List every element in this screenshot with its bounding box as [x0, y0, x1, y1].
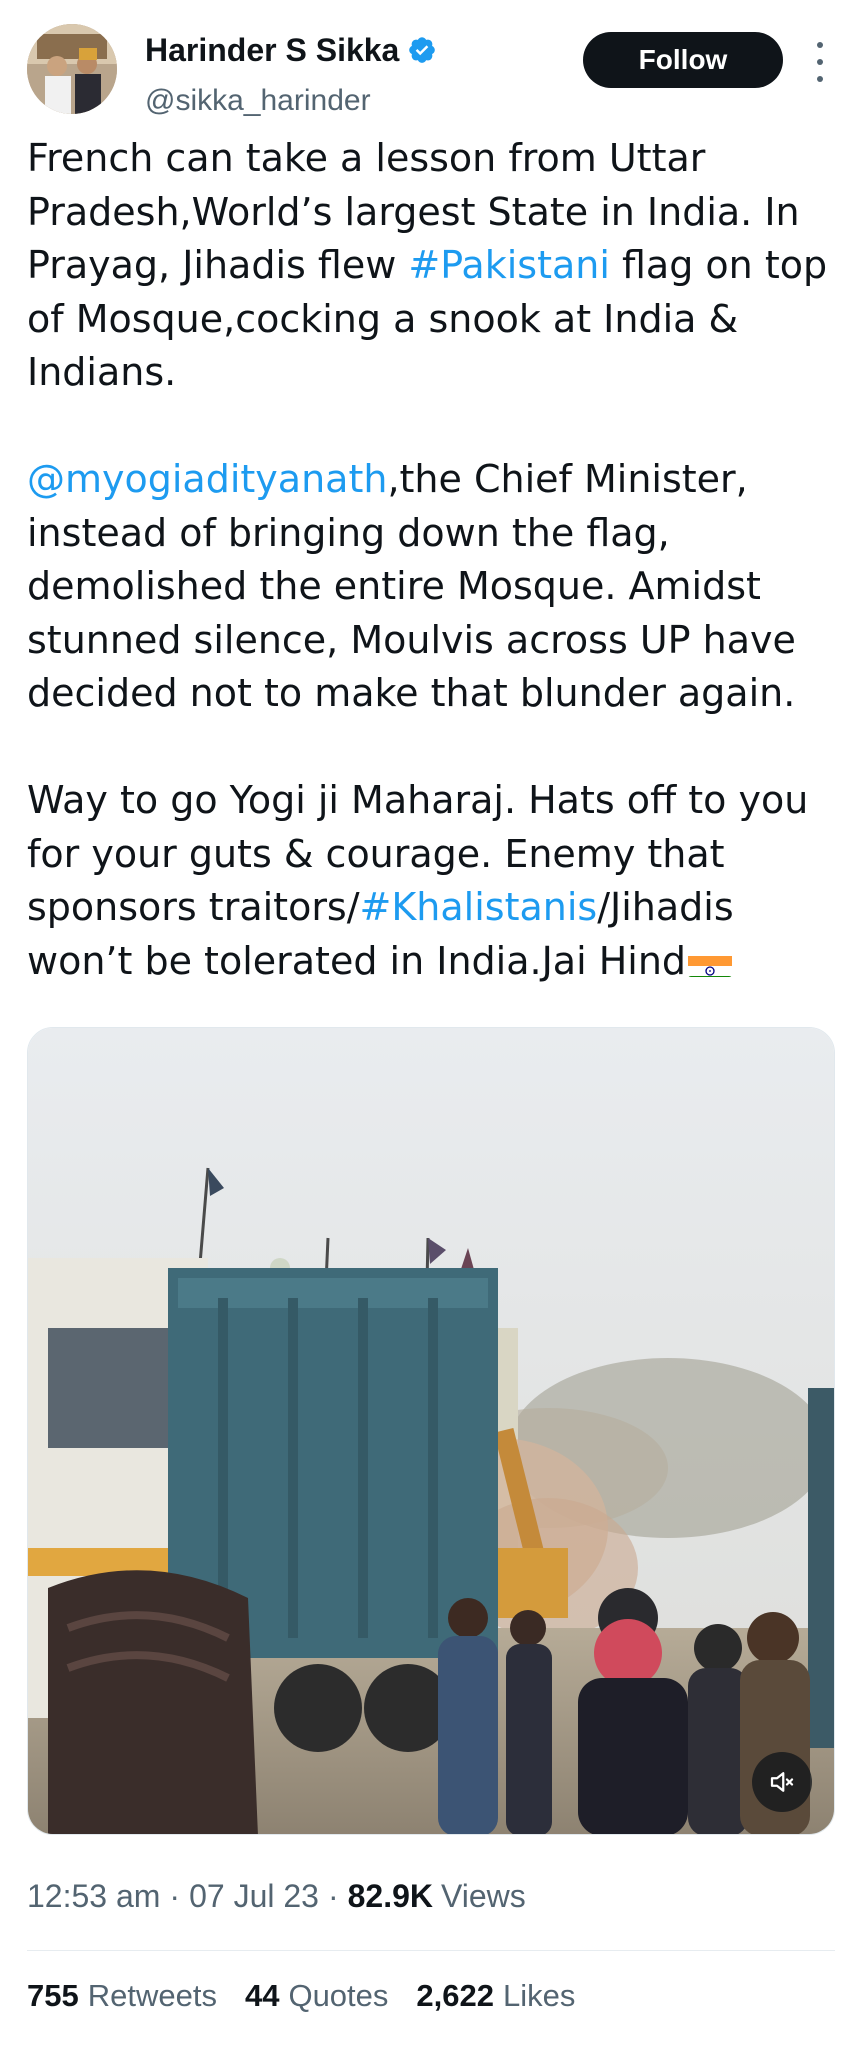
likes-stat[interactable]: 2,622 Likes: [416, 1978, 575, 2014]
likes-label: Likes: [502, 1978, 576, 2013]
tweet-text: French can take a lesson from Uttar Prad…: [27, 132, 835, 988]
follow-button[interactable]: Follow: [583, 32, 783, 88]
more-dot: [817, 59, 823, 65]
tweet-paragraph-2: @myogiadityanath,the Chief Minister, ins…: [27, 453, 835, 721]
quotes-label: Quotes: [288, 1978, 389, 2013]
more-dot: [817, 42, 823, 48]
tweet-stats: 755 Retweets 44 Quotes 2,622 Likes: [27, 1978, 603, 2014]
video-frame: [28, 1028, 834, 1834]
separator-dot: ·: [169, 1878, 181, 1914]
tweet-meta: 12:53 am · 07 Jul 23 · 82.9K Views: [27, 1878, 526, 1915]
tweet-header: Harinder S Sikka @sikka_harinder Follow: [27, 24, 835, 118]
tweet-paragraph-1: French can take a lesson from Uttar Prad…: [27, 132, 835, 400]
hashtag-khalistanis[interactable]: #Khalistanis: [360, 885, 598, 929]
retweets-stat[interactable]: 755 Retweets: [27, 1978, 217, 2014]
views-count: 82.9K: [347, 1878, 433, 1914]
tweet-paragraph-3: Way to go Yogi ji Maharaj. Hats off to y…: [27, 774, 835, 988]
verified-badge-icon: [407, 35, 437, 65]
hashtag-pakistani[interactable]: #Pakistani: [408, 243, 610, 287]
quotes-stat[interactable]: 44 Quotes: [245, 1978, 388, 2014]
retweets-count: 755: [27, 1978, 79, 2013]
speaker-muted-icon[interactable]: [752, 1752, 812, 1812]
tweet-video[interactable]: [27, 1027, 835, 1835]
tweet-time[interactable]: 12:53 am: [27, 1878, 160, 1915]
retweets-label: Retweets: [87, 1978, 217, 2013]
author-handle[interactable]: @sikka_harinder: [145, 84, 371, 118]
tweet-date[interactable]: 07 Jul 23: [189, 1878, 319, 1915]
views-label: Views: [441, 1878, 526, 1914]
quotes-count: 44: [244, 1978, 280, 2013]
author-name-row: Harinder S Sikka: [145, 28, 437, 72]
avatar[interactable]: [27, 24, 117, 114]
divider: [27, 1950, 835, 1951]
more-dot: [817, 76, 823, 82]
india-flag-emoji-icon: [688, 947, 733, 977]
mention-myogiadityanath[interactable]: @myogiadityanath: [27, 457, 387, 501]
more-vertical-icon[interactable]: [805, 42, 835, 82]
avatar-image: [27, 24, 117, 114]
separator-dot: ·: [327, 1878, 339, 1914]
author-name[interactable]: Harinder S Sikka: [145, 32, 399, 69]
likes-count: 2,622: [416, 1978, 494, 2013]
